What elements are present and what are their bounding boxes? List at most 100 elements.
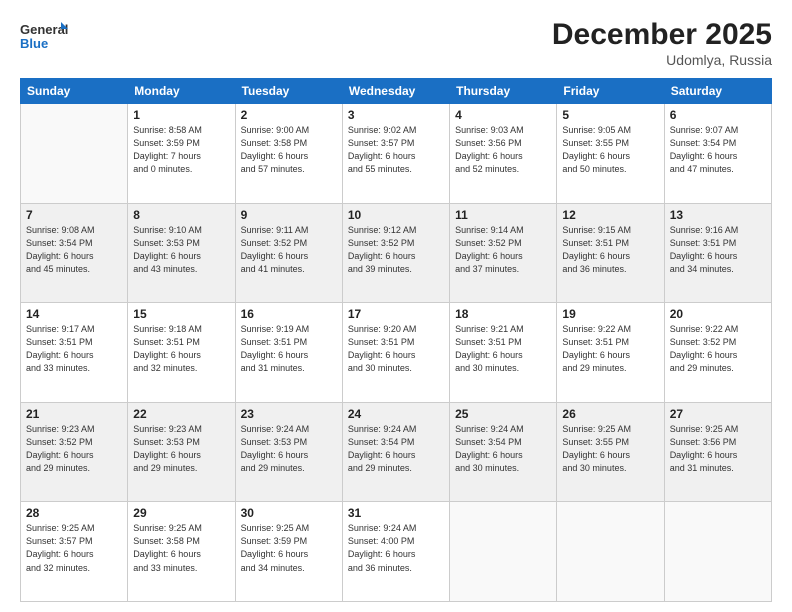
day-number: 9: [241, 208, 337, 222]
day-info: Sunrise: 9:08 AMSunset: 3:54 PMDaylight:…: [26, 224, 122, 276]
day-number: 7: [26, 208, 122, 222]
day-number: 13: [670, 208, 766, 222]
calendar-cell: [557, 502, 664, 602]
day-number: 16: [241, 307, 337, 321]
day-number: 17: [348, 307, 444, 321]
day-number: 14: [26, 307, 122, 321]
weekday-header-row: SundayMondayTuesdayWednesdayThursdayFrid…: [21, 79, 772, 104]
logo: General Blue: [20, 18, 70, 54]
day-info: Sunrise: 9:12 AMSunset: 3:52 PMDaylight:…: [348, 224, 444, 276]
day-info: Sunrise: 9:07 AMSunset: 3:54 PMDaylight:…: [670, 124, 766, 176]
calendar-table: SundayMondayTuesdayWednesdayThursdayFrid…: [20, 78, 772, 602]
calendar-cell: [450, 502, 557, 602]
calendar-cell: 29 Sunrise: 9:25 AMSunset: 3:58 PMDayligh…: [128, 502, 235, 602]
logo-svg: General Blue: [20, 18, 70, 54]
calendar-cell: 14 Sunrise: 9:17 AMSunset: 3:51 PMDayligh…: [21, 303, 128, 403]
calendar-cell: 9 Sunrise: 9:11 AMSunset: 3:52 PMDaylight…: [235, 203, 342, 303]
day-info: Sunrise: 9:24 AMSunset: 4:00 PMDaylight:…: [348, 522, 444, 574]
day-number: 20: [670, 307, 766, 321]
calendar-cell: 22 Sunrise: 9:23 AMSunset: 3:53 PMDayligh…: [128, 402, 235, 502]
calendar-cell: 12 Sunrise: 9:15 AMSunset: 3:51 PMDayligh…: [557, 203, 664, 303]
day-info: Sunrise: 9:02 AMSunset: 3:57 PMDaylight:…: [348, 124, 444, 176]
week-row-5: 28 Sunrise: 9:25 AMSunset: 3:57 PMDayligh…: [21, 502, 772, 602]
day-info: Sunrise: 9:20 AMSunset: 3:51 PMDaylight:…: [348, 323, 444, 375]
weekday-monday: Monday: [128, 79, 235, 104]
calendar-cell: 16 Sunrise: 9:19 AMSunset: 3:51 PMDayligh…: [235, 303, 342, 403]
weekday-sunday: Sunday: [21, 79, 128, 104]
day-number: 3: [348, 108, 444, 122]
day-number: 8: [133, 208, 229, 222]
day-number: 22: [133, 407, 229, 421]
weekday-wednesday: Wednesday: [342, 79, 449, 104]
day-info: Sunrise: 9:22 AMSunset: 3:52 PMDaylight:…: [670, 323, 766, 375]
day-number: 24: [348, 407, 444, 421]
day-info: Sunrise: 9:23 AMSunset: 3:53 PMDaylight:…: [133, 423, 229, 475]
day-number: 15: [133, 307, 229, 321]
day-info: Sunrise: 9:21 AMSunset: 3:51 PMDaylight:…: [455, 323, 551, 375]
calendar-cell: 4 Sunrise: 9:03 AMSunset: 3:56 PMDaylight…: [450, 104, 557, 204]
day-number: 26: [562, 407, 658, 421]
day-number: 6: [670, 108, 766, 122]
day-number: 5: [562, 108, 658, 122]
day-number: 1: [133, 108, 229, 122]
day-info: Sunrise: 9:25 AMSunset: 3:59 PMDaylight:…: [241, 522, 337, 574]
calendar-cell: 21 Sunrise: 9:23 AMSunset: 3:52 PMDayligh…: [21, 402, 128, 502]
day-info: Sunrise: 9:25 AMSunset: 3:56 PMDaylight:…: [670, 423, 766, 475]
calendar-cell: 28 Sunrise: 9:25 AMSunset: 3:57 PMDayligh…: [21, 502, 128, 602]
day-info: Sunrise: 9:24 AMSunset: 3:54 PMDaylight:…: [348, 423, 444, 475]
day-info: Sunrise: 9:14 AMSunset: 3:52 PMDaylight:…: [455, 224, 551, 276]
calendar-cell: 27 Sunrise: 9:25 AMSunset: 3:56 PMDayligh…: [664, 402, 771, 502]
month-title: December 2025: [552, 18, 772, 52]
day-number: 21: [26, 407, 122, 421]
day-info: Sunrise: 9:25 AMSunset: 3:58 PMDaylight:…: [133, 522, 229, 574]
day-info: Sunrise: 9:03 AMSunset: 3:56 PMDaylight:…: [455, 124, 551, 176]
week-row-4: 21 Sunrise: 9:23 AMSunset: 3:52 PMDayligh…: [21, 402, 772, 502]
calendar-cell: 2Sunrise: 9:00 AMSunset: 3:58 PMDaylight…: [235, 104, 342, 204]
day-info: Sunrise: 9:15 AMSunset: 3:51 PMDaylight:…: [562, 224, 658, 276]
day-number: 18: [455, 307, 551, 321]
day-number: 31: [348, 506, 444, 520]
calendar-cell: 26Sunrise: 9:25 AMSunset: 3:55 PMDayligh…: [557, 402, 664, 502]
day-info: Sunrise: 8:58 AMSunset: 3:59 PMDaylight:…: [133, 124, 229, 176]
day-info: Sunrise: 9:19 AMSunset: 3:51 PMDaylight:…: [241, 323, 337, 375]
calendar-cell: 3 Sunrise: 9:02 AMSunset: 3:57 PMDaylight…: [342, 104, 449, 204]
day-number: 29: [133, 506, 229, 520]
day-number: 28: [26, 506, 122, 520]
calendar-cell: 8 Sunrise: 9:10 AMSunset: 3:53 PMDaylight…: [128, 203, 235, 303]
day-info: Sunrise: 9:11 AMSunset: 3:52 PMDaylight:…: [241, 224, 337, 276]
weekday-friday: Friday: [557, 79, 664, 104]
day-info: Sunrise: 9:24 AMSunset: 3:53 PMDaylight:…: [241, 423, 337, 475]
day-number: 27: [670, 407, 766, 421]
day-number: 30: [241, 506, 337, 520]
day-info: Sunrise: 9:24 AMSunset: 3:54 PMDaylight:…: [455, 423, 551, 475]
day-number: 11: [455, 208, 551, 222]
day-number: 23: [241, 407, 337, 421]
weekday-thursday: Thursday: [450, 79, 557, 104]
day-info: Sunrise: 9:22 AMSunset: 3:51 PMDaylight:…: [562, 323, 658, 375]
calendar-body: 1 Sunrise: 8:58 AMSunset: 3:59 PMDaylight…: [21, 104, 772, 602]
day-number: 4: [455, 108, 551, 122]
calendar-cell: 15Sunrise: 9:18 AMSunset: 3:51 PMDayligh…: [128, 303, 235, 403]
calendar-cell: 5 Sunrise: 9:05 AMSunset: 3:55 PMDaylight…: [557, 104, 664, 204]
calendar-cell: 6 Sunrise: 9:07 AMSunset: 3:54 PMDaylight…: [664, 104, 771, 204]
calendar-cell: [21, 104, 128, 204]
week-row-3: 14 Sunrise: 9:17 AMSunset: 3:51 PMDayligh…: [21, 303, 772, 403]
title-block: December 2025 Udomlya, Russia: [552, 18, 772, 68]
calendar-cell: 23 Sunrise: 9:24 AMSunset: 3:53 PMDayligh…: [235, 402, 342, 502]
day-info: Sunrise: 9:23 AMSunset: 3:52 PMDaylight:…: [26, 423, 122, 475]
location: Udomlya, Russia: [552, 52, 772, 68]
day-info: Sunrise: 9:05 AMSunset: 3:55 PMDaylight:…: [562, 124, 658, 176]
calendar-cell: [664, 502, 771, 602]
day-number: 25: [455, 407, 551, 421]
day-info: Sunrise: 9:10 AMSunset: 3:53 PMDaylight:…: [133, 224, 229, 276]
calendar-cell: 18 Sunrise: 9:21 AMSunset: 3:51 PMDayligh…: [450, 303, 557, 403]
calendar-cell: 31 Sunrise: 9:24 AMSunset: 4:00 PMDayligh…: [342, 502, 449, 602]
day-number: 12: [562, 208, 658, 222]
day-info: Sunrise: 9:17 AMSunset: 3:51 PMDaylight:…: [26, 323, 122, 375]
calendar-cell: 20 Sunrise: 9:22 AMSunset: 3:52 PMDayligh…: [664, 303, 771, 403]
calendar-cell: 10Sunrise: 9:12 AMSunset: 3:52 PMDayligh…: [342, 203, 449, 303]
weekday-tuesday: Tuesday: [235, 79, 342, 104]
svg-text:Blue: Blue: [20, 36, 48, 51]
day-info: Sunrise: 9:25 AMSunset: 3:57 PMDaylight:…: [26, 522, 122, 574]
weekday-saturday: Saturday: [664, 79, 771, 104]
